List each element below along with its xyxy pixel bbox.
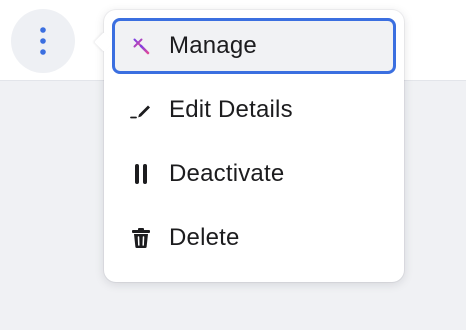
menu-item-label: Deactivate [169,160,285,187]
menu-item-deactivate[interactable]: Deactivate [112,146,396,202]
magic-wand-icon [130,35,152,57]
menu-item-edit-details[interactable]: Edit Details [112,82,396,138]
menu-item-label: Delete [169,224,240,251]
pause-icon [130,163,152,185]
trash-icon [130,227,152,249]
more-options-button[interactable] [11,9,75,73]
pencil-icon [130,99,152,121]
menu-item-label: Manage [169,32,257,59]
menu-item-label: Edit Details [169,96,293,123]
menu-item-delete[interactable]: Delete [112,210,396,266]
actions-dropdown-menu: Manage Edit Details Deactivate Delete [94,10,404,282]
kebab-vertical-icon [40,27,46,55]
menu-item-manage[interactable]: Manage [112,18,396,74]
